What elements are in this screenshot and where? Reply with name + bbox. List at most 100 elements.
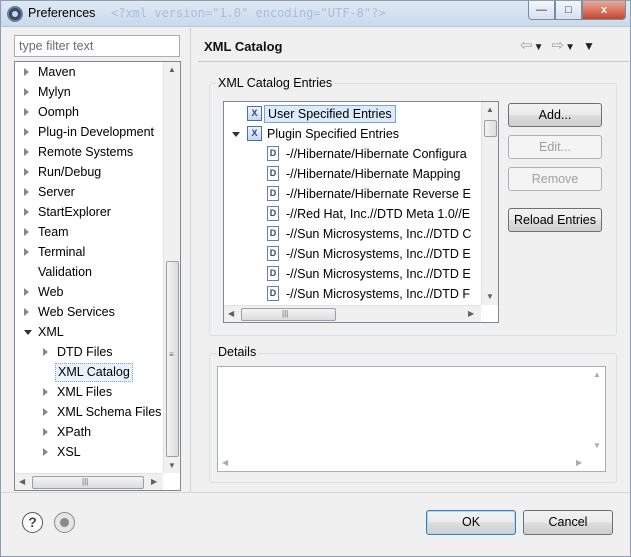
tree-item[interactable]: Web (15, 282, 162, 302)
tree-item[interactable]: StartExplorer (15, 202, 162, 222)
tree-item[interactable]: DTD Files (15, 342, 162, 362)
tree-item-label: XML (38, 325, 64, 339)
catalog-entry-row[interactable]: D -//Red Hat, Inc.//DTD Meta 1.0//E (224, 204, 481, 224)
reload-entries-button[interactable]: Reload Entries (508, 208, 602, 232)
record-macro-icon[interactable] (54, 512, 75, 533)
collapsed-arrow-icon[interactable] (24, 208, 29, 216)
tree-item[interactable]: XPath (15, 422, 162, 442)
tree-item[interactable]: Team (15, 222, 162, 242)
catalog-entry-label: -//Sun Microsystems, Inc.//DTD C (286, 227, 472, 241)
catalog-entry-row[interactable]: D -//Hibernate/Hibernate Mapping (224, 164, 481, 184)
collapsed-arrow-icon[interactable] (43, 388, 48, 396)
forward-arrow-icon[interactable]: ⇨ (551, 36, 564, 54)
catalog-entry-row[interactable]: D -//Hibernate/Hibernate Reverse E (224, 184, 481, 204)
forward-dropdown-icon[interactable]: ▼ (565, 42, 575, 53)
catalog-entry-row[interactable]: D -//Hibernate/Hibernate Configura (224, 144, 481, 164)
tree-item[interactable]: XML Schema Files (15, 402, 162, 422)
tree-hscroll-thumb[interactable]: ||| (32, 476, 144, 489)
close-button[interactable]: x (582, 1, 626, 20)
tree-horizontal-scrollbar[interactable]: ◀ ||| ▶ (15, 473, 163, 490)
catalog-vertical-scrollbar[interactable]: ▲ ▼ (481, 102, 498, 305)
collapsed-arrow-icon[interactable] (24, 308, 29, 316)
collapsed-arrow-icon[interactable] (24, 148, 29, 156)
collapsed-arrow-icon[interactable] (24, 88, 29, 96)
tree-item[interactable]: Run/Debug (15, 162, 162, 182)
catalog-group-row[interactable]: X User Specified Entries (224, 104, 481, 124)
catalog-hscroll-thumb[interactable]: ||| (241, 308, 336, 321)
catalog-scroll-right-icon[interactable]: ▶ (468, 309, 474, 318)
catalog-horizontal-scrollbar[interactable]: ◀ ||| ▶ (224, 305, 481, 322)
details-scroll-left-icon[interactable]: ◀ (222, 458, 228, 467)
tree-vertical-scrollbar[interactable]: ▲ ≡ ▼ (163, 62, 180, 473)
collapsed-arrow-icon[interactable] (43, 448, 48, 456)
maximize-button[interactable]: □ (555, 1, 582, 20)
catalog-scroll-thumb[interactable] (484, 120, 497, 137)
preference-tree: Maven Mylyn Oomph Plug-in Development Remote… (14, 61, 181, 491)
tree-item[interactable]: Remote Systems (15, 142, 162, 162)
tree-item[interactable]: Plug-in Development (15, 122, 162, 142)
details-vertical-scrollbar[interactable]: ▲ ▼ (589, 367, 605, 455)
catalog-entry-label: -//Hibernate/Hibernate Configura (286, 147, 467, 161)
background-ghost-text: <?xml version="1.0" encoding="UTF-8"?> (111, 6, 386, 20)
scroll-grip-icon: ≡ (169, 350, 174, 359)
catalog-entry-row[interactable]: D -//Sun Microsystems, Inc.//DTD C (224, 224, 481, 244)
catalog-icon: X (247, 126, 262, 141)
collapsed-arrow-icon[interactable] (24, 128, 29, 136)
tree-item[interactable]: Validation (15, 262, 162, 282)
filter-input[interactable] (14, 35, 180, 57)
tree-item[interactable]: XSL (15, 442, 162, 462)
remove-button[interactable]: Remove (508, 167, 602, 191)
tree-item[interactable]: Server (15, 182, 162, 202)
collapsed-arrow-icon[interactable] (43, 408, 48, 416)
tree-item[interactable]: Web Services (15, 302, 162, 322)
catalog-scroll-down-icon[interactable]: ▼ (482, 292, 498, 301)
minimize-button[interactable]: — (528, 1, 555, 20)
tree-item[interactable]: XML (15, 322, 162, 342)
back-arrow-icon[interactable]: ⇦ (520, 36, 533, 54)
add-button[interactable]: Add... (508, 103, 602, 127)
expanded-arrow-icon[interactable] (24, 330, 32, 335)
collapsed-arrow-icon[interactable] (24, 188, 29, 196)
catalog-group-row[interactable]: X Plugin Specified Entries (224, 124, 481, 144)
panel-divider[interactable] (190, 28, 191, 493)
details-scroll-down-icon[interactable]: ▼ (589, 441, 605, 450)
page-title: XML Catalog (204, 39, 283, 54)
collapsed-arrow-icon[interactable] (24, 168, 29, 176)
title-bar[interactable]: Preferences <?xml version="1.0" encoding… (1, 1, 630, 27)
collapsed-arrow-icon[interactable] (43, 348, 48, 356)
collapsed-arrow-icon[interactable] (24, 68, 29, 76)
catalog-scroll-left-icon[interactable]: ◀ (228, 309, 234, 318)
ok-button[interactable]: OK (426, 510, 516, 535)
cancel-button[interactable]: Cancel (523, 510, 613, 535)
tree-item[interactable]: Oomph (15, 102, 162, 122)
tree-item[interactable]: Terminal (15, 242, 162, 262)
view-menu-icon[interactable]: ▼ (583, 39, 595, 53)
collapsed-arrow-icon[interactable] (24, 248, 29, 256)
details-horizontal-scrollbar[interactable]: ◀ ▶ (218, 455, 589, 471)
details-scroll-up-icon[interactable]: ▲ (589, 370, 605, 379)
tree-scroll-thumb[interactable]: ≡ (166, 261, 179, 457)
collapsed-arrow-icon[interactable] (24, 108, 29, 116)
catalog-entry-row[interactable]: D -//Sun Microsystems, Inc.//DTD E (224, 244, 481, 264)
footer-separator (1, 492, 630, 493)
back-dropdown-icon[interactable]: ▼ (534, 42, 544, 53)
catalog-entry-row[interactable]: D -//Sun Microsystems, Inc.//DTD F (224, 284, 481, 304)
scroll-down-arrow-icon[interactable]: ▼ (164, 461, 180, 470)
collapsed-arrow-icon[interactable] (43, 428, 48, 436)
catalog-entry-row[interactable]: D -//Sun Microsystems, Inc.//DTD E (224, 264, 481, 284)
tree-item[interactable]: XML Catalog (15, 362, 162, 382)
scroll-left-arrow-icon[interactable]: ◀ (19, 477, 25, 486)
details-scroll-right-icon[interactable]: ▶ (576, 458, 582, 467)
help-icon[interactable]: ? (22, 512, 43, 533)
scroll-right-arrow-icon[interactable]: ▶ (151, 477, 157, 486)
tree-item[interactable]: Mylyn (15, 82, 162, 102)
catalog-scroll-up-icon[interactable]: ▲ (482, 105, 498, 114)
expanded-arrow-icon[interactable] (232, 132, 240, 137)
collapsed-arrow-icon[interactable] (24, 288, 29, 296)
scroll-up-arrow-icon[interactable]: ▲ (164, 65, 180, 74)
tree-item[interactable]: XML Files (15, 382, 162, 402)
collapsed-arrow-icon[interactable] (24, 228, 29, 236)
edit-button[interactable]: Edit... (508, 135, 602, 159)
preferences-window: Preferences <?xml version="1.0" encoding… (0, 0, 631, 557)
tree-item[interactable]: Maven (15, 62, 162, 82)
